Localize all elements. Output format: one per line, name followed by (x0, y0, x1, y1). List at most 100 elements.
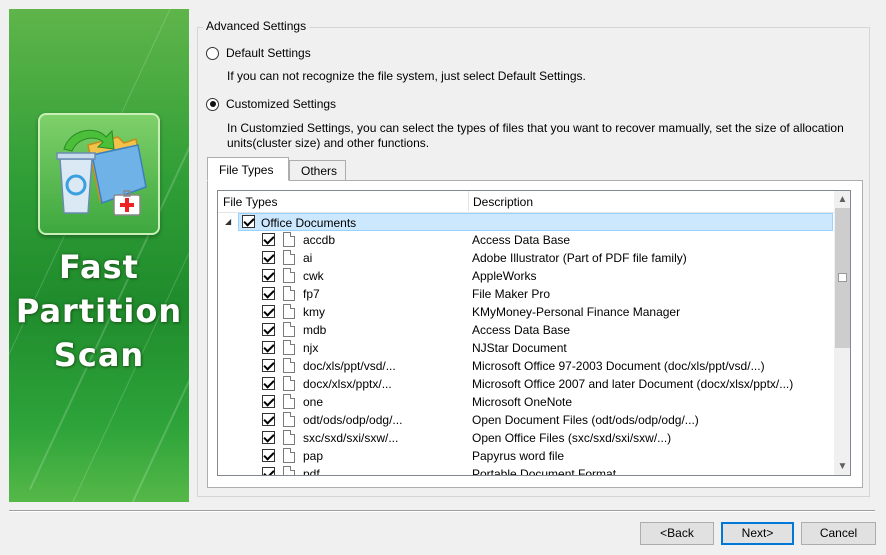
file-type-checkbox[interactable] (262, 431, 275, 444)
scroll-up-arrow-icon[interactable]: ▲ (834, 191, 850, 208)
vertical-scrollbar[interactable]: ▲ ▼ (834, 191, 850, 475)
office-documents-checkbox[interactable] (242, 215, 255, 228)
file-type-row[interactable]: doc/xls/ppt/vsd/... Microsoft Office 97-2… (218, 357, 834, 375)
tab-others[interactable]: Others (289, 160, 346, 181)
file-type-description: KMyMoney-Personal Finance Manager (472, 305, 681, 319)
file-type-checkbox[interactable] (262, 449, 275, 462)
default-settings-option[interactable]: Default Settings (206, 46, 311, 60)
file-type-description: Open Document Files (odt/ods/odp/odg/...… (472, 413, 699, 427)
next-button[interactable]: Next> (721, 522, 794, 545)
document-icon (283, 358, 295, 373)
document-icon (283, 268, 295, 283)
file-type-description: Open Office Files (sxc/sxd/sxi/sxw/...) (472, 431, 672, 445)
file-type-description: File Maker Pro (472, 287, 551, 301)
file-types-grid[interactable]: File Types Description Office Documents … (217, 190, 851, 476)
column-separator[interactable] (468, 191, 469, 211)
file-type-extension: pap (303, 449, 324, 463)
document-icon (283, 340, 295, 355)
customized-settings-description: In Customzied Settings, you can select t… (227, 121, 844, 135)
file-type-extension: kmy (303, 305, 325, 319)
file-type-checkbox[interactable] (262, 251, 275, 264)
footer-divider (9, 510, 875, 512)
file-type-row[interactable]: ai Adobe Illustrator (Part of PDF file fa… (218, 249, 834, 267)
file-type-checkbox[interactable] (262, 287, 275, 300)
file-type-checkbox[interactable] (262, 359, 275, 372)
document-icon (283, 466, 295, 475)
file-type-row[interactable]: one Microsoft OneNote (218, 393, 834, 411)
file-type-checkbox[interactable] (262, 233, 275, 246)
file-type-row[interactable]: cwk AppleWorks (218, 267, 834, 285)
document-icon (283, 250, 295, 265)
column-header-file-types[interactable]: File Types (223, 195, 277, 209)
file-type-description: Access Data Base (472, 323, 571, 337)
file-type-checkbox[interactable] (262, 269, 275, 282)
product-banner: Fast Partition Scan (9, 9, 189, 502)
file-type-row[interactable]: kmy KMyMoney-Personal Finance Manager (218, 303, 834, 321)
document-icon (283, 448, 295, 463)
file-type-description: Adobe Illustrator (Part of PDF file fami… (472, 251, 687, 265)
file-type-description: Access Data Base (472, 233, 571, 247)
tab-file-types[interactable]: File Types (207, 157, 289, 181)
document-icon (283, 412, 295, 427)
file-type-description: Portable Document Format (472, 467, 617, 476)
file-type-description: Microsoft Office 97-2003 Document (doc/x… (472, 359, 765, 373)
cancel-button[interactable]: Cancel (801, 522, 876, 545)
customized-settings-label: Customized Settings (226, 97, 337, 111)
file-type-checkbox[interactable] (262, 305, 275, 318)
file-type-description: AppleWorks (472, 269, 537, 283)
file-type-checkbox[interactable] (262, 395, 275, 408)
scrollbar-grip[interactable] (838, 273, 847, 282)
product-name: Fast Partition Scan (9, 245, 189, 377)
file-type-checkbox[interactable] (262, 377, 275, 390)
collapse-triangle-icon[interactable]: ◢ (225, 217, 231, 226)
file-type-row[interactable]: accdb Access Data Base (218, 231, 834, 249)
product-name-line: Scan (53, 336, 145, 374)
file-type-extension: accdb (303, 233, 336, 247)
document-icon (283, 394, 295, 409)
file-type-extension: one (303, 395, 324, 409)
file-type-description: NJStar Document (472, 341, 567, 355)
customized-settings-radio[interactable] (206, 97, 219, 111)
file-type-checkbox[interactable] (262, 467, 275, 475)
file-type-extension: docx/xlsx/pptx/... (303, 377, 392, 391)
document-icon (283, 286, 295, 301)
scroll-down-arrow-icon[interactable]: ▼ (834, 458, 850, 475)
back-button[interactable]: <Back (640, 522, 714, 545)
file-type-row[interactable]: odt/ods/odp/odg/... Open Document Files (… (218, 411, 834, 429)
file-type-extension: doc/xls/ppt/vsd/... (303, 359, 396, 373)
document-icon (283, 376, 295, 391)
column-header-description[interactable]: Description (473, 195, 533, 209)
file-type-row[interactable]: pdf Portable Document Format (218, 465, 834, 476)
file-type-checkbox[interactable] (262, 341, 275, 354)
grid-header: File Types Description (218, 191, 834, 213)
default-settings-radio[interactable] (206, 46, 219, 60)
file-type-extension: ai (303, 251, 313, 265)
file-type-description: Microsoft OneNote (472, 395, 573, 409)
document-icon (283, 430, 295, 445)
file-type-description: Papyrus word file (472, 449, 565, 463)
file-type-row[interactable]: sxc/sxd/sxi/sxw/... Open Office Files (sx… (218, 429, 834, 447)
file-type-description: Microsoft Office 2007 and later Document… (472, 377, 794, 391)
file-type-extension: mdb (303, 323, 327, 337)
default-settings-label: Default Settings (226, 46, 311, 60)
file-type-extension: sxc/sxd/sxi/sxw/... (303, 431, 399, 445)
file-type-extension: pdf (303, 467, 320, 476)
customized-settings-description: units(cluster size) and other functions. (227, 136, 430, 150)
office-documents-label: Office Documents (261, 216, 357, 230)
file-type-row[interactable]: docx/xlsx/pptx/... Microsoft Office 2007 … (218, 375, 834, 393)
file-type-checkbox[interactable] (262, 413, 275, 426)
document-icon (283, 232, 295, 247)
file-type-checkbox[interactable] (262, 323, 275, 336)
file-type-row[interactable]: pap Papyrus word file (218, 447, 834, 465)
group-row-office-documents[interactable]: Office Documents (238, 213, 833, 231)
product-name-line: Partition (15, 292, 183, 330)
file-type-row[interactable]: njx NJStar Document (218, 339, 834, 357)
file-type-row[interactable]: fp7 File Maker Pro (218, 285, 834, 303)
document-icon (283, 304, 295, 319)
file-type-extension: njx (303, 341, 319, 355)
file-type-row[interactable]: mdb Access Data Base (218, 321, 834, 339)
product-name-line: Fast (59, 248, 139, 286)
default-settings-description: If you can not recognize the file system… (227, 69, 586, 83)
customized-settings-option[interactable]: Customized Settings (206, 97, 336, 111)
document-icon (283, 322, 295, 337)
